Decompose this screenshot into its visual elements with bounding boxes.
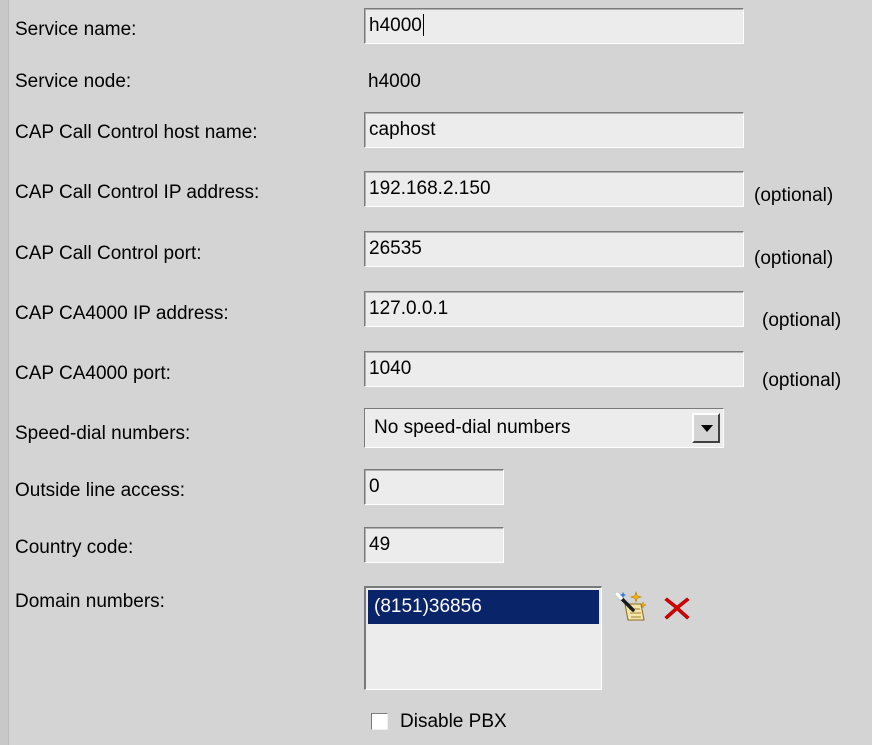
ca-port-label: CAP CA4000 port:	[15, 363, 171, 384]
country-code-input[interactable]: 49	[364, 527, 504, 563]
list-item[interactable]: (8151)36856	[368, 590, 599, 624]
ca-ip-label: CAP CA4000 IP address:	[15, 303, 229, 324]
text-caret	[422, 13, 424, 36]
speed-dial-select[interactable]: No speed-dial numbers	[364, 408, 724, 448]
country-code-label: Country code:	[15, 537, 134, 558]
service-name-label: Service name:	[15, 19, 137, 40]
chevron-down-icon	[701, 425, 713, 432]
ca-port-input[interactable]: 1040	[364, 351, 744, 387]
delete-x-icon[interactable]	[663, 595, 691, 621]
cc-port-label: CAP Call Control port:	[15, 243, 202, 264]
dropdown-button[interactable]	[692, 413, 720, 443]
domain-numbers-label: Domain numbers:	[15, 591, 165, 612]
speed-dial-selected-value: No speed-dial numbers	[374, 417, 571, 438]
service-node-value: h4000	[368, 71, 421, 92]
edit-wand-icon[interactable]	[614, 590, 648, 624]
service-name-value: h4000	[369, 15, 422, 36]
cc-port-optional-note: (optional)	[754, 248, 834, 269]
ca-ip-input[interactable]: 127.0.0.1	[364, 291, 744, 327]
left-panel-edge	[0, 0, 9, 745]
outside-line-label: Outside line access:	[15, 480, 186, 501]
cc-port-input[interactable]: 26535	[364, 231, 744, 267]
cc-ip-optional-note: (optional)	[754, 185, 834, 206]
service-node-label: Service node:	[15, 71, 132, 92]
cc-ip-label: CAP Call Control IP address:	[15, 182, 260, 203]
service-name-input[interactable]: h4000	[364, 8, 744, 44]
cc-host-input[interactable]: caphost	[364, 112, 744, 148]
disable-pbx-label[interactable]: Disable PBX	[400, 711, 507, 733]
disable-pbx-checkbox[interactable]	[371, 713, 388, 730]
speed-dial-label: Speed-dial numbers:	[15, 423, 191, 444]
ca-ip-optional-note: (optional)	[762, 310, 842, 331]
ca-port-optional-note: (optional)	[762, 370, 842, 391]
cc-ip-input[interactable]: 192.168.2.150	[364, 171, 744, 207]
cc-host-label: CAP Call Control host name:	[15, 122, 258, 143]
domain-numbers-list[interactable]: (8151)36856	[364, 586, 602, 690]
outside-line-input[interactable]: 0	[364, 469, 504, 505]
